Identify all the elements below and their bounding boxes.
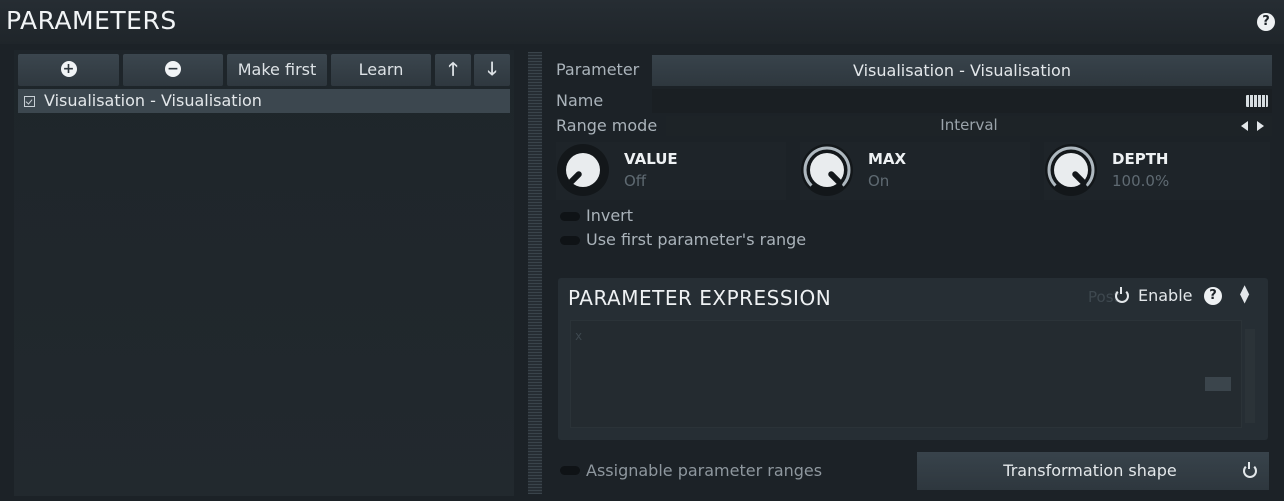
panel-splitter[interactable] — [528, 52, 542, 494]
add-parameter-button[interactable]: + — [18, 54, 119, 86]
arrow-up-icon: 🡑 — [448, 59, 458, 80]
transformation-shape-button[interactable]: Transformation shape — [917, 452, 1263, 490]
previous-arrow-icon[interactable] — [1241, 121, 1248, 131]
value-knob-value: Off — [624, 172, 647, 190]
expression-editor-text: x — [575, 329, 583, 343]
expand-collapse-icon[interactable]: ▲ ▼ — [1240, 283, 1249, 304]
depth-knob[interactable] — [1045, 144, 1097, 196]
header-bar: PARAMETERS ? — [0, 0, 1284, 44]
help-icon[interactable]: ? — [1257, 13, 1275, 31]
parameter-selector-button[interactable]: Visualisation - Visualisation — [652, 55, 1272, 86]
next-arrow-icon[interactable] — [1257, 121, 1264, 131]
keyboard-icon[interactable] — [1246, 95, 1268, 107]
value-knob[interactable] — [557, 144, 609, 196]
page-title: PARAMETERS — [6, 6, 177, 35]
max-knob-value: On — [868, 172, 890, 190]
move-down-button[interactable]: 🡓 — [474, 54, 510, 86]
range-mode-value: Interval — [940, 116, 998, 134]
enable-button[interactable]: Enable — [1138, 286, 1193, 305]
depth-knob-title: DEPTH — [1112, 150, 1169, 168]
value-knob-title: VALUE — [624, 150, 678, 168]
arrow-down-icon: 🡓 — [487, 59, 497, 80]
transformation-power-button[interactable] — [1231, 452, 1269, 490]
expression-title: PARAMETER EXPRESSION — [568, 286, 832, 310]
max-knob-title: MAX — [868, 150, 907, 168]
range-mode-label: Range mode — [556, 116, 658, 135]
assignable-ranges-label: Assignable parameter ranges — [586, 461, 823, 480]
learn-button[interactable]: Learn — [331, 54, 431, 86]
expression-keyboard-icon[interactable] — [1205, 377, 1231, 391]
invert-toggle[interactable] — [560, 212, 580, 221]
parameter-label: Parameter — [556, 60, 640, 79]
range-mode-selector[interactable]: Interval — [666, 116, 1272, 136]
make-first-button[interactable]: Make first — [227, 54, 327, 86]
list-item-label: Visualisation - Visualisation — [44, 91, 262, 110]
first-range-toggle[interactable] — [560, 236, 580, 245]
parameter-expression-panel: PARAMETER EXPRESSION Post Enable ? ▲ ▼ x — [558, 278, 1268, 440]
list-item-checkbox[interactable] — [24, 96, 35, 107]
assignable-ranges-toggle[interactable] — [560, 466, 580, 475]
expression-editor[interactable]: x — [570, 320, 1255, 428]
name-field[interactable] — [652, 89, 1272, 113]
list-item[interactable]: Visualisation - Visualisation — [18, 89, 510, 113]
power-icon[interactable] — [1115, 287, 1129, 303]
move-up-button[interactable]: 🡑 — [435, 54, 471, 86]
plus-icon: + — [60, 61, 77, 77]
depth-knob-value: 100.0% — [1112, 172, 1170, 190]
power-icon — [1243, 462, 1257, 478]
first-range-label: Use first parameter's range — [586, 230, 807, 249]
max-knob[interactable] — [801, 144, 853, 196]
invert-label: Invert — [586, 206, 634, 225]
parameter-list-panel — [14, 50, 514, 496]
name-label: Name — [556, 91, 604, 110]
expression-help-icon[interactable]: ? — [1204, 287, 1222, 305]
minus-icon: − — [165, 61, 181, 77]
remove-parameter-button[interactable]: − — [123, 54, 223, 86]
expression-scrollbar[interactable] — [1245, 329, 1255, 423]
